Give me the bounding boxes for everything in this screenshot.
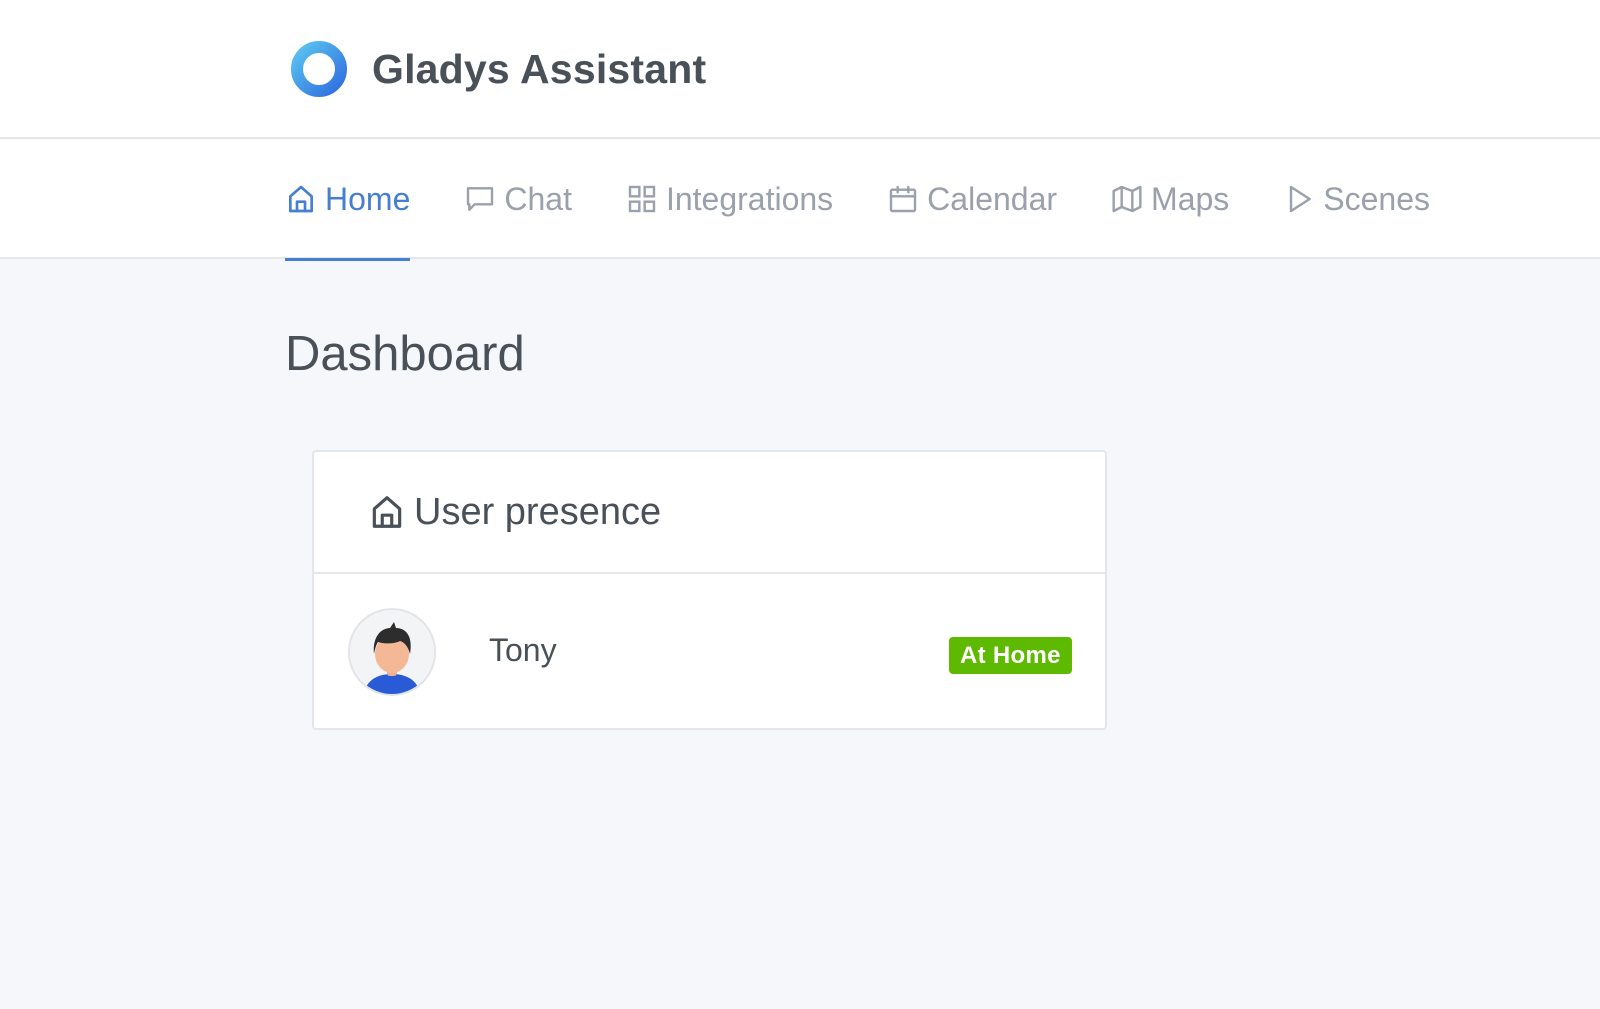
nav-label-scenes: Scenes: [1323, 180, 1431, 217]
brand[interactable]: Gladys Assistant: [288, 38, 706, 100]
avatar: [348, 608, 436, 696]
user-presence-card: User presence Tony At Home: [312, 450, 1107, 730]
gladys-logo-icon: [291, 41, 347, 97]
nav-item-home[interactable]: Home: [285, 139, 411, 261]
nav-item-maps[interactable]: Maps: [1111, 139, 1229, 259]
home-icon: [368, 493, 406, 531]
app-header: Gladys Assistant: [0, 0, 1600, 139]
main-nav: Home Chat Integrations Calendar Maps Sce…: [0, 139, 1600, 261]
status-badge: At Home: [949, 637, 1072, 674]
map-icon: [1111, 183, 1143, 215]
chat-icon: [464, 183, 496, 215]
user-name: Tony: [489, 632, 557, 668]
app-name: Gladys Assistant: [372, 45, 707, 92]
nav-label-maps: Maps: [1151, 180, 1230, 217]
home-icon: [285, 183, 317, 215]
nav-label-integrations: Integrations: [665, 180, 834, 217]
page-title: Dashboard: [285, 327, 525, 381]
card-title: User presence: [414, 490, 662, 533]
user-row: Tony At Home: [314, 574, 1105, 730]
nav-item-integrations[interactable]: Integrations: [626, 139, 833, 259]
nav-item-scenes[interactable]: Scenes: [1283, 139, 1430, 259]
play-icon: [1283, 183, 1315, 215]
card-header: User presence: [314, 452, 1105, 574]
grid-icon: [626, 183, 658, 215]
nav-item-calendar[interactable]: Calendar: [887, 139, 1057, 259]
male-avatar-icon: [350, 610, 434, 694]
nav-label-calendar: Calendar: [927, 180, 1058, 217]
calendar-icon: [887, 183, 919, 215]
nav-item-chat[interactable]: Chat: [464, 139, 572, 259]
nav-label-home: Home: [325, 180, 411, 217]
nav-label-chat: Chat: [504, 180, 572, 217]
